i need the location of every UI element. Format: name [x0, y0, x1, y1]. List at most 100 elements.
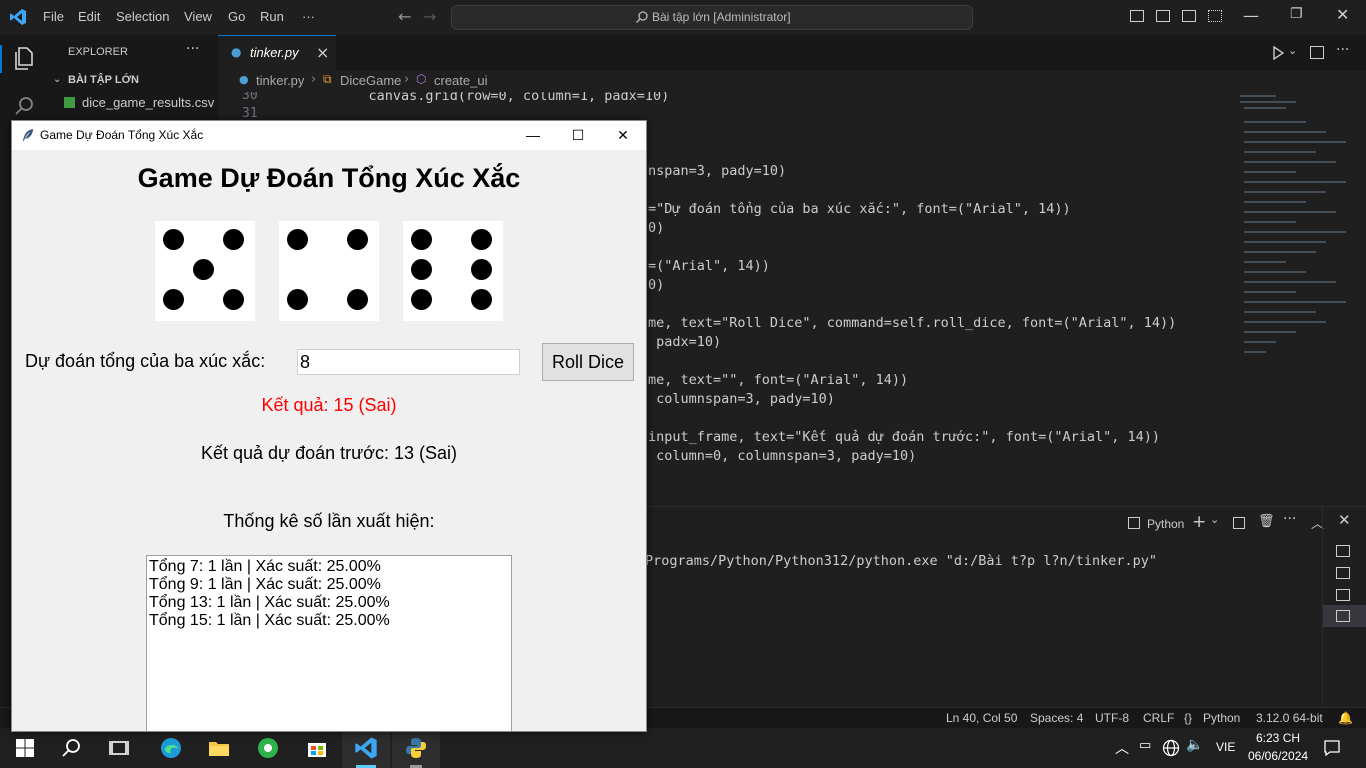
language-mode[interactable]: Python [1203, 711, 1240, 725]
python-file-icon: ● [239, 73, 249, 86]
close-window-icon[interactable]: ✕ [1336, 5, 1349, 24]
menu-edit[interactable]: Edit [78, 9, 100, 24]
code-line: 0) [648, 277, 665, 293]
die-pip [287, 229, 308, 250]
windows-taskbar: ︿ ▭ 🔈 VIE 6:23 CH 06/06/2024 [0, 728, 1366, 768]
network-globe-icon[interactable] [1162, 739, 1180, 757]
menu-go[interactable]: Go [228, 9, 245, 24]
die-3 [403, 221, 503, 321]
guess-input[interactable] [297, 349, 520, 375]
tk-feather-icon [23, 129, 33, 141]
terminal-instance-active[interactable] [1323, 605, 1366, 627]
clock-date[interactable]: 06/06/2024 [1248, 749, 1308, 763]
add-terminal-icon[interactable]: + [1192, 512, 1206, 532]
vscode-taskbar-item[interactable] [342, 728, 390, 768]
terminal-dropdown-icon[interactable]: ⌄ [1210, 513, 1219, 526]
die-pip [347, 289, 368, 310]
windows-start-icon[interactable] [13, 736, 37, 760]
edge-icon[interactable] [159, 736, 183, 760]
forward-arrow-icon[interactable]: → [423, 7, 436, 26]
python-icon [406, 738, 426, 758]
code-line: canvas.grid(row=0, column=1, padx=10) [336, 92, 670, 104]
run-dropdown-icon[interactable]: ⌄ [1288, 44, 1297, 57]
cursor-position[interactable]: Ln 40, Col 50 [946, 711, 1017, 725]
minimize-button[interactable]: — [510, 121, 556, 150]
line-ending[interactable]: CRLF [1143, 711, 1174, 725]
terminal-instance-icon[interactable] [1336, 567, 1350, 579]
panel-more-icon[interactable]: ··· [1283, 511, 1296, 527]
trash-icon[interactable]: 🗑 [1258, 514, 1275, 529]
split-editor-icon[interactable] [1310, 46, 1324, 59]
command-center-search[interactable]: Bài tập lớn [Administrator] [451, 5, 973, 30]
menu-file[interactable]: File [43, 9, 64, 24]
back-arrow-icon[interactable]: ← [398, 7, 411, 26]
restore-icon[interactable]: ❐ [1290, 6, 1303, 22]
run-icon[interactable] [1272, 46, 1284, 60]
file-item-csv[interactable]: dice_game_results.csv [82, 95, 214, 110]
stats-row: Tổng 7: 1 lần | Xác suất: 25.00% [149, 558, 381, 575]
vscode-titlebar: File Edit Selection View Go Run ··· ← → … [0, 0, 1366, 36]
breadcrumb-file[interactable]: tinker.py [256, 73, 304, 88]
customize-layout-icon[interactable] [1208, 10, 1222, 22]
tab-close-icon[interactable]: × [316, 43, 329, 62]
die-pip [411, 229, 432, 250]
explorer-files-icon[interactable] [13, 47, 35, 71]
command-center-text: Bài tập lớn [Administrator] [652, 10, 791, 24]
volume-icon[interactable]: 🔈 [1186, 737, 1203, 753]
bell-icon[interactable]: 🔔 [1338, 711, 1353, 725]
microsoft-store-icon[interactable] [305, 736, 329, 760]
split-terminal-icon[interactable] [1233, 517, 1245, 529]
stats-listbox[interactable]: Tổng 7: 1 lần | Xác suất: 25.00% Tổng 9:… [146, 555, 512, 731]
breadcrumb-class[interactable]: DiceGame [340, 73, 401, 88]
notification-icon[interactable] [1323, 739, 1341, 757]
menu-selection[interactable]: Selection [116, 9, 169, 24]
search-icon[interactable] [14, 95, 36, 117]
search-icon [636, 11, 648, 23]
show-hidden-icons-icon[interactable]: ︿ [1115, 738, 1129, 758]
task-view-icon[interactable] [107, 736, 131, 760]
breadcrumb: ● tinker.py › ⧉ DiceGame › ⬡ create_ui [218, 70, 1366, 92]
clock-time[interactable]: 6:23 CH [1256, 731, 1300, 745]
code-line: input_frame, text="Kết quả dự đoán trước… [648, 429, 1161, 445]
python-taskbar-item[interactable] [392, 728, 440, 768]
close-panel-icon[interactable]: ✕ [1338, 511, 1351, 529]
die-pip [471, 259, 492, 280]
menu-view[interactable]: View [184, 9, 212, 24]
class-symbol-icon: ⧉ [323, 72, 332, 86]
menu-run[interactable]: Run [260, 9, 284, 24]
toggle-sidebar-icon[interactable] [1130, 10, 1144, 22]
chevron-down-icon[interactable]: ⌄ [53, 74, 61, 85]
guess-label: Dự đoán tổng của ba xúc xắc: [25, 351, 266, 371]
close-button[interactable]: ✕ [600, 121, 646, 150]
encoding[interactable]: UTF-8 [1095, 711, 1129, 725]
editor-more-icon[interactable]: ··· [1336, 42, 1349, 58]
code-line: column=0, columnspan=3, pady=10) [648, 448, 917, 464]
more-actions-icon[interactable]: ··· [186, 41, 199, 57]
battery-icon[interactable]: ▭ [1139, 738, 1151, 753]
editor-tabs [218, 35, 1366, 71]
chevron-right-icon: › [404, 72, 410, 87]
file-explorer-icon[interactable] [207, 736, 231, 760]
input-language[interactable]: VIE [1216, 740, 1235, 754]
minimap[interactable] [1236, 92, 1356, 504]
terminal-instance-icon [1336, 610, 1350, 622]
minimize-icon[interactable]: — [1243, 6, 1259, 25]
toggle-panel-icon[interactable] [1156, 10, 1170, 22]
menu-more[interactable]: ··· [302, 9, 315, 24]
code-line: nspan=3, pady=10) [648, 163, 787, 179]
breadcrumb-method[interactable]: create_ui [434, 73, 487, 88]
browser-app-icon[interactable] [256, 736, 280, 760]
terminal-label[interactable]: Python [1147, 517, 1184, 531]
roll-dice-button[interactable]: Roll Dice [542, 343, 634, 381]
terminal-instance-icon[interactable] [1336, 589, 1350, 601]
search-icon[interactable] [60, 736, 84, 760]
tab-tinker-py[interactable]: ● tinker.py × [218, 35, 336, 71]
die-pip [287, 289, 308, 310]
python-interpreter[interactable]: 3.12.0 64-bit [1256, 711, 1323, 725]
toggle-secondary-sidebar-icon[interactable] [1182, 10, 1196, 22]
folder-name[interactable]: BÀI TẬP LỚN [68, 74, 139, 86]
die-pip [471, 229, 492, 250]
maximize-button[interactable]: ☐ [555, 121, 601, 150]
indentation[interactable]: Spaces: 4 [1030, 711, 1083, 725]
terminal-instance-icon[interactable] [1336, 545, 1350, 557]
